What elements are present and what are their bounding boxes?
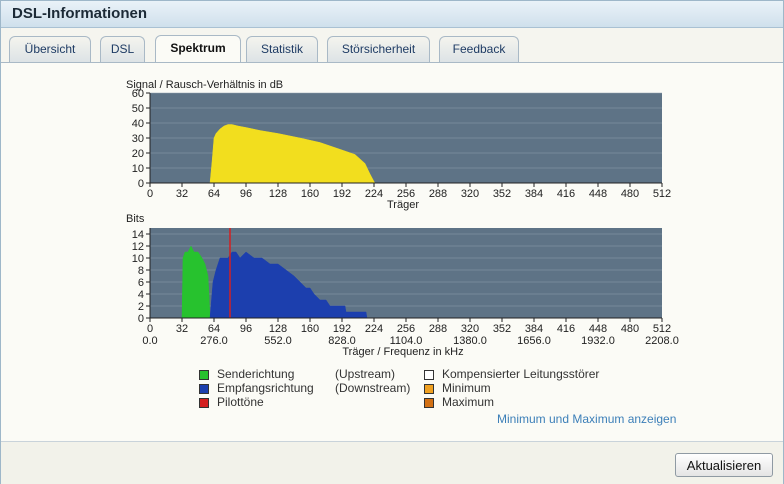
c1-xtick-label: 96 [240,188,252,200]
c2-ytick-label: 6 [138,277,144,289]
c1-xtick-label: 224 [365,188,383,200]
c1-xtick-label: 512 [653,188,671,200]
legend-swatch-pilot [199,398,209,408]
c1-ytick-label: 60 [132,88,144,100]
c1-xtick-label: 416 [557,188,575,200]
c2-ytick-label: 4 [138,289,144,301]
c1-xtick-label: 128 [269,188,287,200]
c1-xtick-label: 384 [525,188,543,200]
c1-ytick-label: 40 [132,118,144,130]
c1-xtick-label: 32 [176,188,188,200]
legend-swatch-minimum [424,384,434,394]
c2-ytick-label: 12 [132,241,144,253]
c1-xtick-label: 64 [208,188,220,200]
c2-xtick-label: 160 [301,323,319,335]
c1-ytick-label: 20 [132,148,144,160]
snr-chart-xlabel: Träger [387,199,419,211]
c1-xtick-label: 0 [147,188,153,200]
legend-compensated-label: Kompensierter Leitungsstörer [442,367,600,381]
legend-maximum-label: Maximum [442,395,495,409]
c2-ytick-label: 0 [138,313,144,325]
c2-khz-label: 0.0 [142,335,157,347]
button-bar [1,441,783,484]
c1-ytick-label: 30 [132,133,144,145]
c2-xtick-label: 192 [333,323,351,335]
c2-xtick-label: 256 [397,323,415,335]
c1-xtick-label: 192 [333,188,351,200]
c2-xtick-label: 448 [589,323,607,335]
c1-xtick-label: 480 [621,188,639,200]
c1-ytick-label: 0 [138,178,144,190]
c2-xtick-label: 512 [653,323,671,335]
c2-khz-label: 276.0 [200,335,228,347]
update-button[interactable]: Aktualisieren [675,453,773,477]
c2-ytick-label: 10 [132,253,144,265]
c2-xtick-label: 64 [208,323,220,335]
c2-ytick-label: 8 [138,265,144,277]
c2-xtick-label: 32 [176,323,188,335]
c2-khz-label: 2208.0 [645,335,679,347]
c1-xtick-label: 160 [301,188,319,200]
legend-upstream-label: Senderichtung [217,367,295,381]
c2-xtick-label: 320 [461,323,479,335]
c2-khz-label: 1932.0 [581,335,615,347]
c1-xtick-label: 288 [429,188,447,200]
legend-downstream-direction: (Downstream) [335,381,411,395]
c2-ytick-label: 14 [132,229,144,241]
bits-chart-ylabel: Bits [126,213,145,225]
c2-xtick-label: 416 [557,323,575,335]
c1-xtick-label: 352 [493,188,511,200]
c2-khz-label: 552.0 [264,335,292,347]
c1-ytick-label: 10 [132,163,144,175]
legend-pilot-label: Pilottöne [217,395,264,409]
snr-chart-ylabel: Signal / Rausch-Verhältnis in dB [126,79,283,91]
legend-downstream-label: Empfangsrichtung [217,381,314,395]
c1-xtick-label: 320 [461,188,479,200]
c2-ytick-label: 2 [138,301,144,313]
c1-ytick-label: 50 [132,103,144,115]
legend-swatch-downstream [199,384,209,394]
c1-xtick-label: 448 [589,188,607,200]
c2-xtick-label: 224 [365,323,383,335]
dsl-info-window: DSL-Informationen Übersicht DSL Spektrum… [0,0,784,484]
c2-xtick-label: 96 [240,323,252,335]
legend-swatch-maximum [424,398,434,408]
c2-khz-label: 1656.0 [517,335,551,347]
c2-xtick-label: 128 [269,323,287,335]
c2-xtick-label: 480 [621,323,639,335]
legend-minimum-label: Minimum [442,381,491,395]
legend-swatch-upstream [199,370,209,380]
show-minmax-link[interactable]: Minimum und Maximum anzeigen [497,412,676,426]
c2-xtick-label: 384 [525,323,543,335]
legend-swatch-compensated [424,370,434,380]
bits-chart-xlabel: Träger / Frequenz in kHz [342,346,463,358]
legend-upstream-direction: (Upstream) [335,367,396,381]
c2-xtick-label: 0 [147,323,153,335]
c2-xtick-label: 288 [429,323,447,335]
c2-xtick-label: 352 [493,323,511,335]
